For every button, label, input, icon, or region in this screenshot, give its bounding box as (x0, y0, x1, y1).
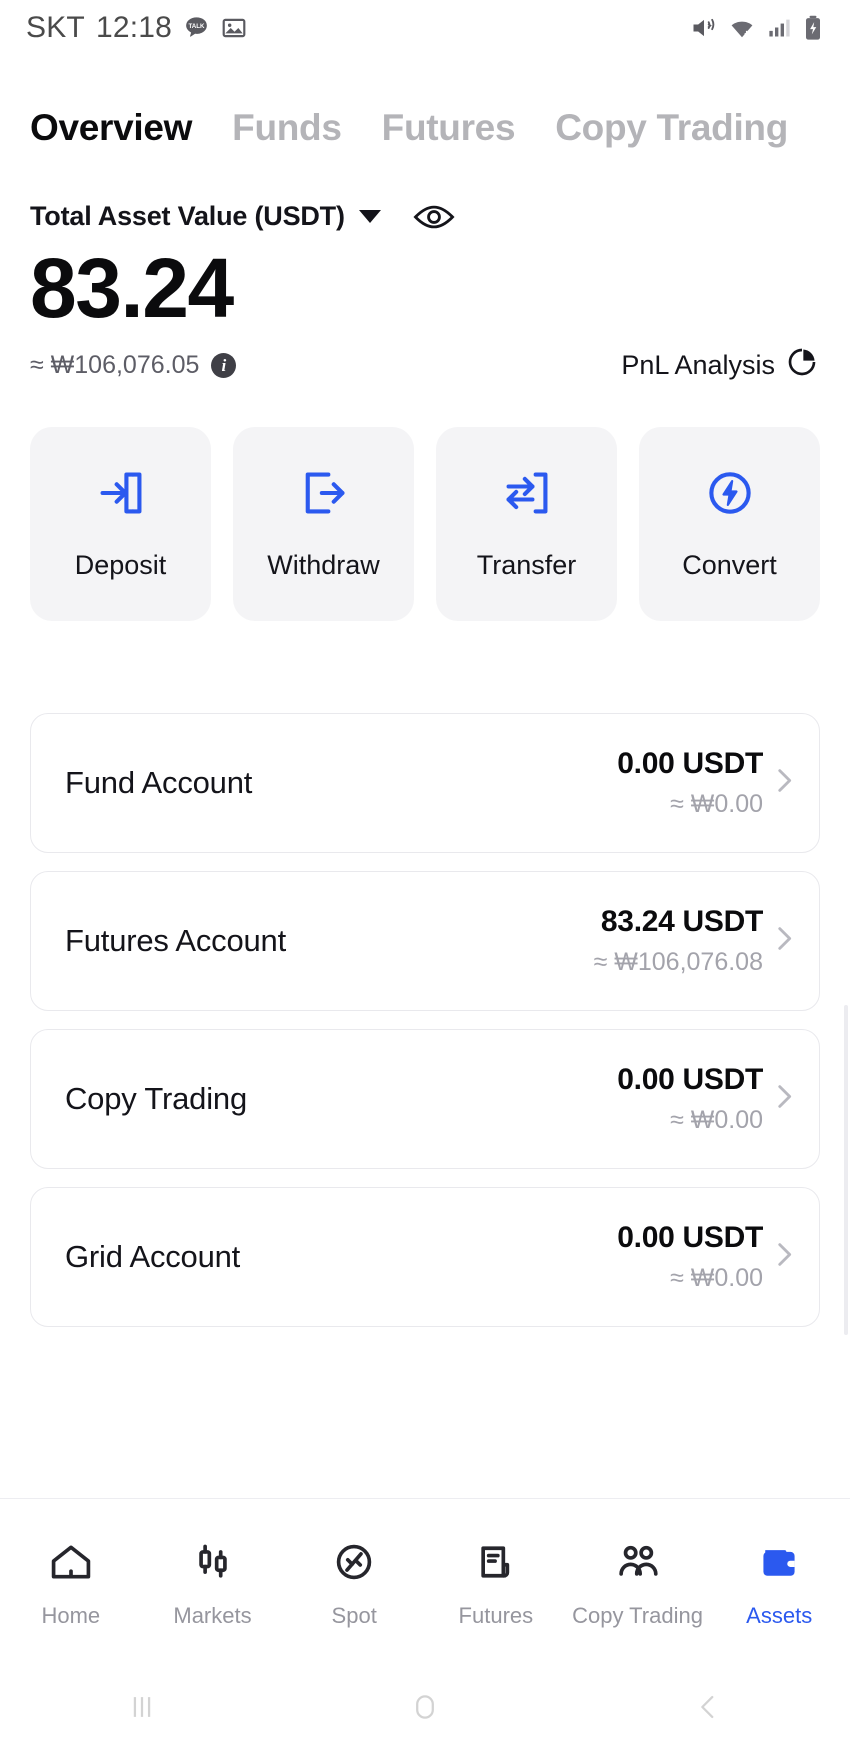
carrier-label: SKT (26, 10, 85, 44)
account-krw-value: ≈ ₩0.00 (670, 1106, 763, 1135)
deposit-arrow-in-icon (95, 467, 147, 524)
status-bar-right (690, 14, 824, 42)
tab-funds[interactable]: Funds (232, 107, 342, 149)
withdraw-arrow-out-icon (298, 467, 350, 524)
nav-item-markets[interactable]: Markets (142, 1540, 284, 1629)
nav-item-copy-trading[interactable]: Copy Trading (567, 1540, 709, 1629)
account-name: Grid Account (65, 1239, 241, 1275)
account-krw-value: ≈ ₩106,076.08 (593, 948, 763, 977)
withdraw-label: Withdraw (267, 550, 380, 581)
account-name: Fund Account (65, 765, 253, 801)
account-usdt-value: 0.00 USDT (617, 1063, 763, 1097)
mute-vibrate-icon (690, 14, 718, 42)
home-icon (46, 1540, 96, 1589)
nav-label: Home (41, 1603, 101, 1628)
spot-circle-icon (329, 1540, 379, 1589)
withdraw-button[interactable]: Withdraw (233, 427, 414, 622)
nav-label: Spot (331, 1603, 377, 1628)
account-usdt-value: 0.00 USDT (617, 1221, 763, 1255)
account-row-fund[interactable]: Fund Account 0.00 USDT ≈ ₩0.00 (30, 713, 820, 854)
total-balance-amount: 83.24 (30, 241, 234, 335)
pnl-analysis-button[interactable]: PnL Analysis (621, 346, 818, 385)
svg-text:TALK: TALK (189, 23, 206, 30)
chevron-right-icon (771, 1238, 797, 1277)
people-icon (613, 1540, 663, 1589)
transfer-arrows-icon (501, 467, 553, 524)
top-tab-bar[interactable]: Overview Funds Futures Copy Trading (0, 55, 850, 149)
account-usdt-value: 0.00 USDT (617, 747, 763, 781)
kakaotalk-icon: TALK (183, 14, 210, 41)
nav-item-spot[interactable]: Spot (283, 1540, 425, 1629)
transfer-label: Transfer (476, 550, 577, 581)
wifi-icon (727, 14, 757, 42)
balance-sub-row: ≈ ₩106,076.05 i PnL Analysis (30, 346, 820, 385)
transfer-button[interactable]: Transfer (436, 427, 617, 622)
convert-label: Convert (682, 550, 777, 581)
account-row-grid[interactable]: Grid Account 0.00 USDT ≈ ₩0.00 (30, 1187, 820, 1328)
account-values: 0.00 USDT ≈ ₩0.00 (617, 1063, 789, 1135)
convert-bolt-icon (704, 467, 756, 524)
gallery-icon (221, 15, 247, 41)
tab-futures[interactable]: Futures (382, 107, 516, 149)
chevron-right-icon (771, 922, 797, 961)
tab-overview[interactable]: Overview (30, 107, 192, 149)
nav-item-home[interactable]: Home (0, 1540, 142, 1629)
nav-item-futures[interactable]: Futures (425, 1540, 567, 1629)
pnl-analysis-label: PnL Analysis (621, 350, 775, 381)
wallet-icon (754, 1540, 804, 1589)
nav-label: Assets (746, 1603, 813, 1628)
candlestick-icon (188, 1540, 238, 1589)
back-icon[interactable] (691, 1690, 725, 1729)
fiat-equivalent: ≈ ₩106,076.05 i (30, 351, 237, 380)
account-row-futures[interactable]: Futures Account 83.24 USDT ≈ ₩106,076.08 (30, 871, 820, 1012)
account-values: 83.24 USDT ≈ ₩106,076.08 (594, 905, 789, 977)
deposit-label: Deposit (74, 550, 167, 581)
asset-value-label: Total Asset Value (USDT) (30, 201, 345, 231)
app-screen: SKT 12:18 TALK Overview Funds Futures Co… (0, 0, 850, 1748)
status-bar: SKT 12:18 TALK (0, 0, 850, 55)
nav-label: Markets (173, 1603, 252, 1628)
total-asset-section: Total Asset Value (USDT) 83.24 ≈ ₩106,07… (0, 149, 850, 385)
pie-chart-icon (786, 346, 818, 385)
cellular-signal-icon (766, 14, 793, 41)
account-name: Futures Account (65, 923, 287, 959)
eye-icon[interactable] (413, 202, 455, 232)
deposit-button[interactable]: Deposit (30, 427, 211, 622)
account-row-copy-trading[interactable]: Copy Trading 0.00 USDT ≈ ₩0.00 (30, 1029, 820, 1170)
system-navigation-bar[interactable] (0, 1670, 850, 1748)
chevron-right-icon (771, 1080, 797, 1119)
tab-copy-trading[interactable]: Copy Trading (555, 107, 788, 149)
account-name: Copy Trading (65, 1081, 247, 1117)
account-values: 0.00 USDT ≈ ₩0.00 (617, 1221, 789, 1293)
clock-label: 12:18 (95, 10, 173, 44)
account-usdt-value: 83.24 USDT (600, 905, 763, 939)
asset-value-selector[interactable]: Total Asset Value (USDT) (30, 201, 820, 232)
chevron-right-icon (771, 764, 797, 803)
account-values: 0.00 USDT ≈ ₩0.00 (617, 747, 789, 819)
convert-button[interactable]: Convert (639, 427, 820, 622)
bottom-nav-bar[interactable]: Home Markets Spot Futures Copy Trading A… (0, 1498, 850, 1670)
battery-charging-icon (802, 14, 824, 42)
recents-icon[interactable] (125, 1690, 159, 1729)
fiat-equivalent-value: ≈ ₩106,076.05 (30, 351, 200, 380)
home-pill-icon[interactable] (408, 1690, 442, 1729)
quick-actions[interactable]: Deposit Withdraw Transfer Convert (0, 385, 850, 622)
info-icon[interactable]: i (211, 353, 237, 379)
scrollbar[interactable] (844, 1005, 848, 1335)
nav-label: Futures (458, 1603, 534, 1628)
account-list: Fund Account 0.00 USDT ≈ ₩0.00 Futures A… (0, 621, 850, 1328)
nav-label: Copy Trading (572, 1603, 703, 1628)
account-krw-value: ≈ ₩0.00 (670, 1264, 763, 1293)
account-krw-value: ≈ ₩0.00 (670, 790, 763, 819)
chevron-down-icon[interactable] (358, 210, 381, 223)
document-icon (471, 1540, 521, 1589)
nav-item-assets[interactable]: Assets (708, 1540, 850, 1629)
status-bar-left: SKT 12:18 TALK (26, 11, 247, 45)
